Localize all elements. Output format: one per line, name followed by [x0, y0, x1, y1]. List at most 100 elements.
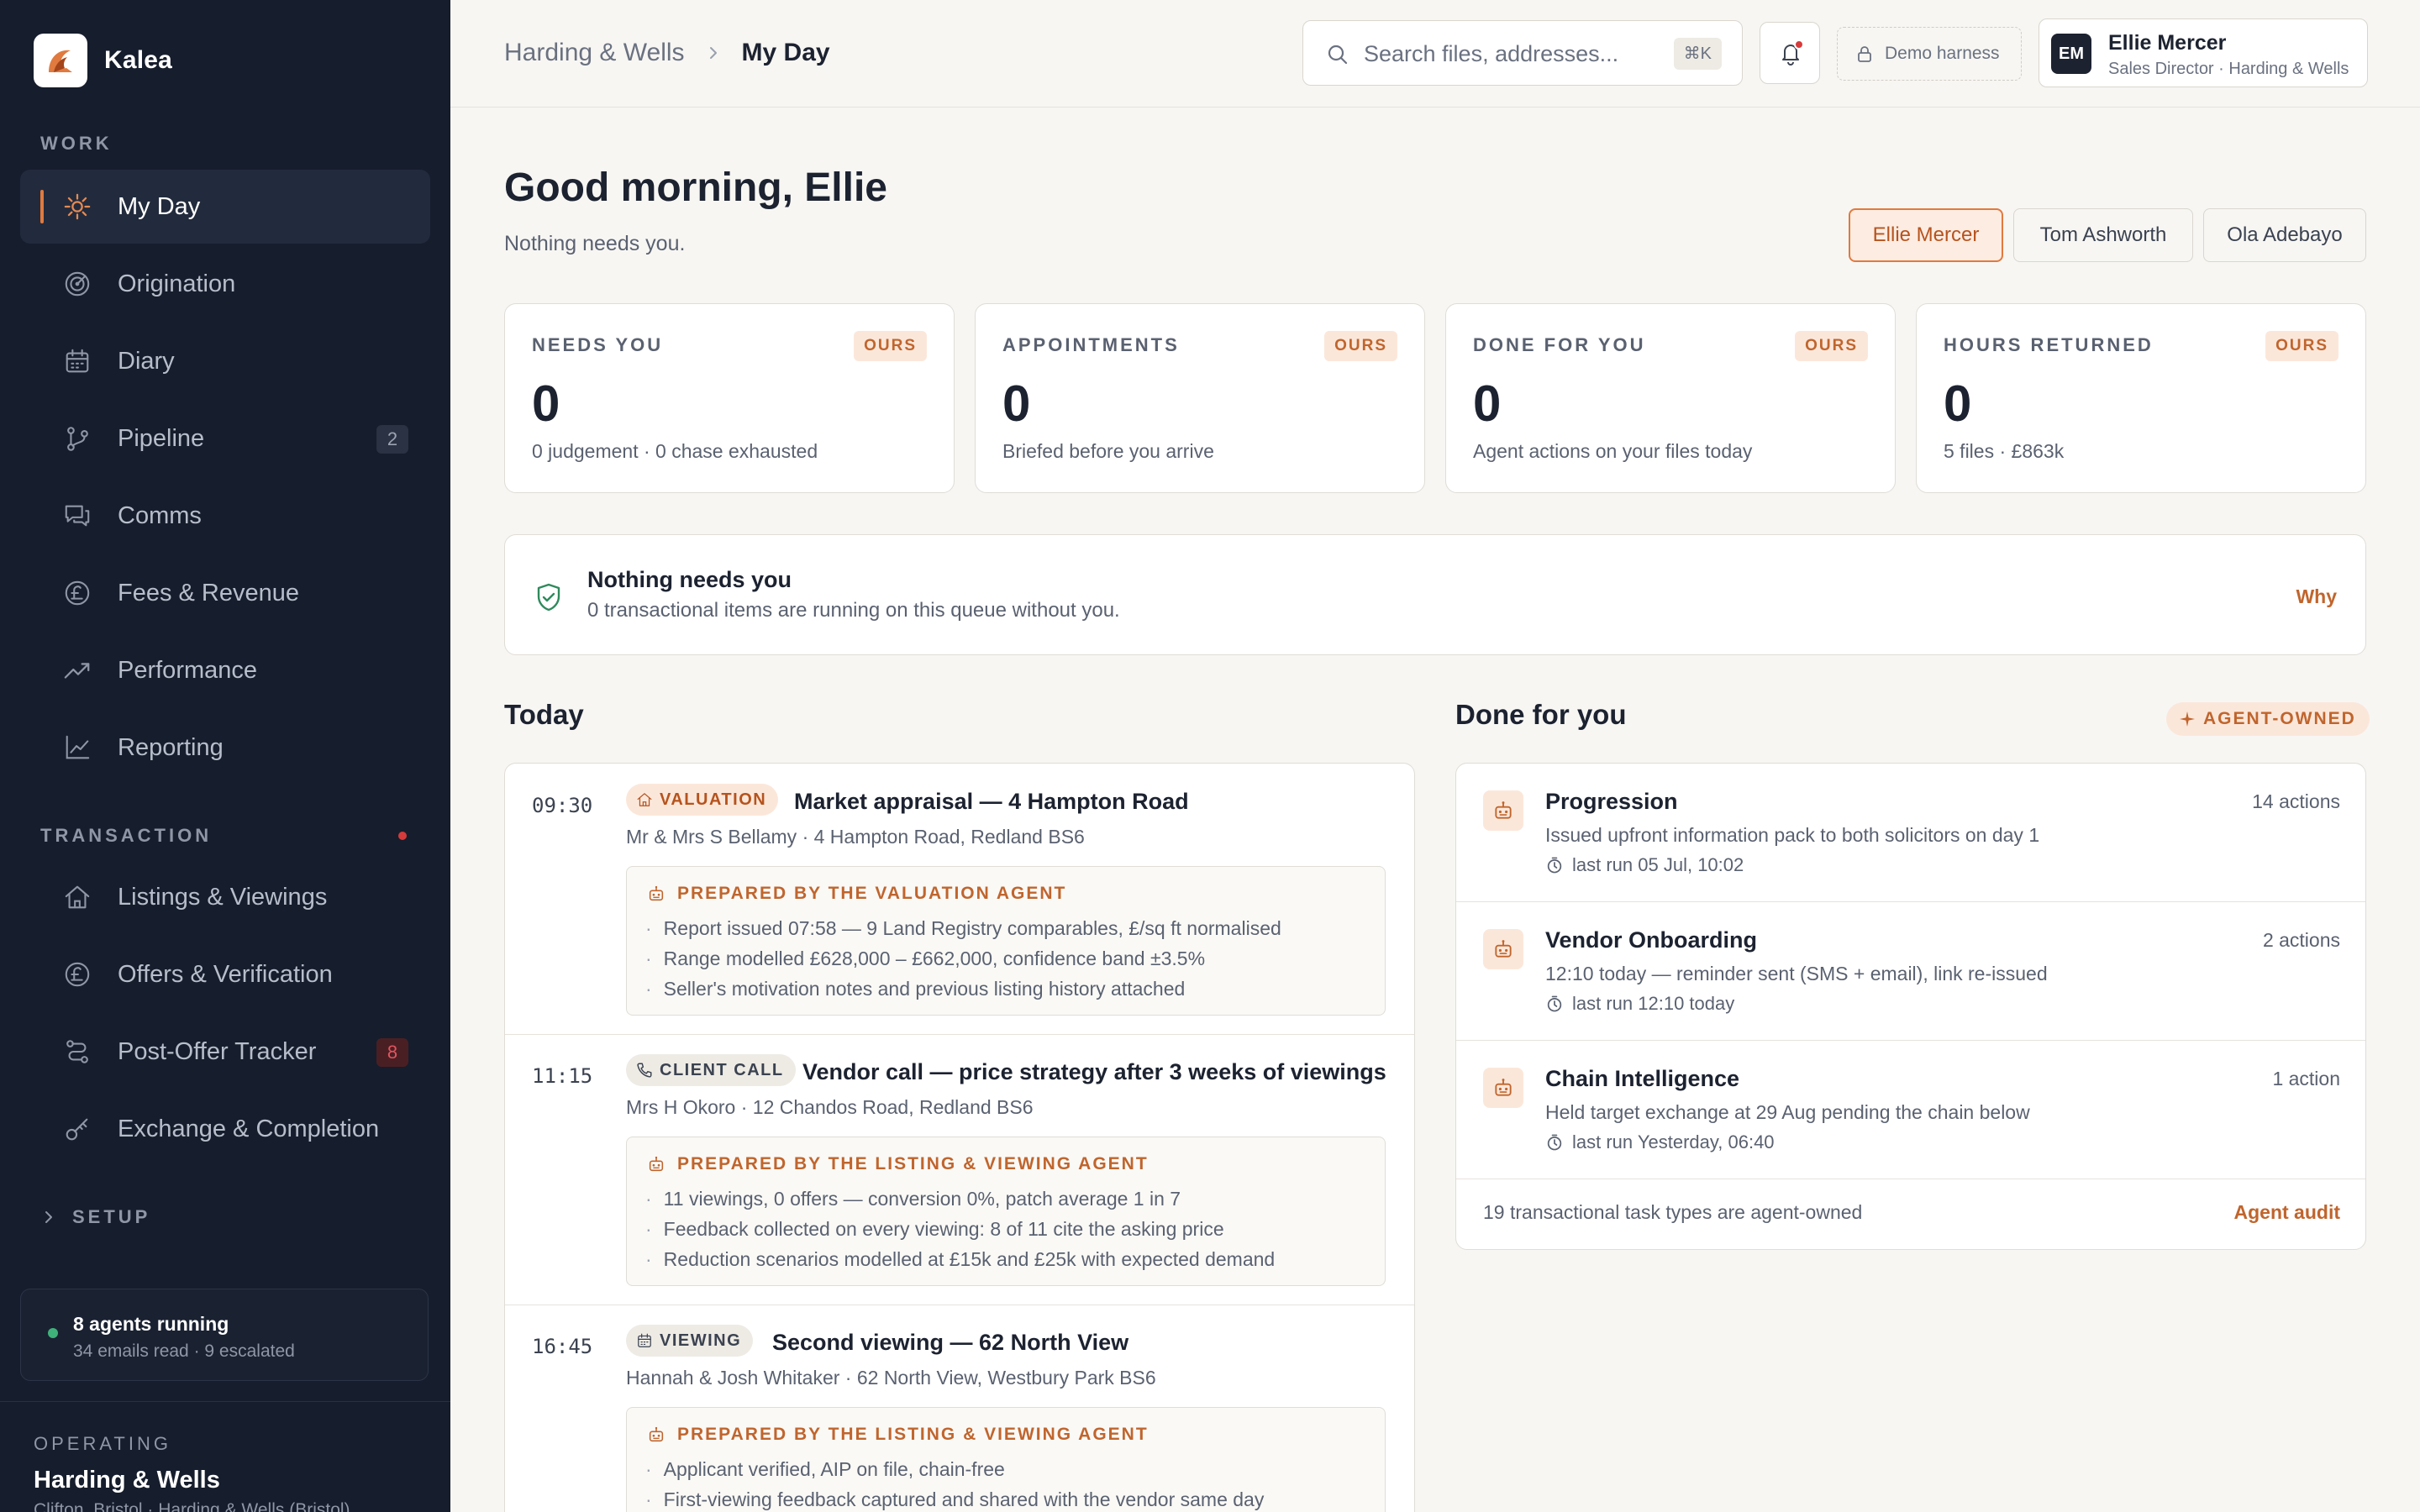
notifications-button[interactable] — [1760, 22, 1820, 84]
sidebar-item-reporting[interactable]: Reporting — [20, 711, 430, 785]
chevron-right-icon — [703, 43, 723, 63]
setup-toggle[interactable]: SETUP — [40, 1206, 150, 1228]
appointment-title[interactable]: Vendor call — price strategy after 3 wee… — [802, 1059, 1386, 1085]
agents-running-title: 8 agents running — [73, 1313, 229, 1335]
breadcrumb-agency[interactable]: Harding & Wells — [504, 39, 685, 67]
done-item-sub: Issued upfront information pack to both … — [1545, 824, 2040, 846]
done-item-vendor-onboarding[interactable]: Vendor Onboarding 2 actions 12:10 today — … — [1456, 902, 2365, 1040]
done-item-count: 2 actions — [2262, 929, 2340, 951]
brand[interactable]: Kalea — [34, 34, 172, 87]
why-link[interactable]: Why — [2296, 585, 2337, 608]
stat-label: APPOINTMENTS — [1002, 334, 1180, 355]
sidebar-item-performance[interactable]: Performance — [20, 633, 430, 707]
sparkle-icon — [2178, 710, 2196, 728]
prep-heading: PREPARED BY THE VALUATION AGENT — [647, 884, 1066, 904]
stat-card-appointments[interactable]: APPOINTMENTS OURS 0 Briefed before you arri… — [975, 303, 1425, 493]
sidebar-item-label: Performance — [118, 656, 258, 684]
lock-icon — [1854, 44, 1875, 64]
stat-sub: 5 files · £863k — [1944, 440, 2065, 462]
agent-audit-link[interactable]: Agent audit — [2234, 1201, 2341, 1224]
sidebar-item-fees-and-revenue[interactable]: Fees & Revenue — [20, 556, 430, 630]
search-input[interactable]: Search files, addresses... ⌘K — [1302, 20, 1743, 86]
sidebar-item-post-offer-tracker[interactable]: Post-Offer Tracker 8 — [20, 1015, 430, 1089]
stat-value: 0 — [1473, 375, 1502, 432]
transaction-section-label: TRANSACTION — [40, 825, 213, 846]
sidebar-item-diary[interactable]: Diary — [20, 324, 430, 398]
robot-icon — [647, 1155, 666, 1173]
home-icon — [636, 791, 653, 808]
breadcrumb-current: My Day — [741, 39, 830, 66]
calendar-icon — [62, 346, 92, 376]
today-heading: Today — [504, 699, 584, 730]
prep-note: · Reduction scenarios modelled at £15k an… — [645, 1248, 1276, 1270]
stat-card-done-for-you[interactable]: DONE FOR YOU OURS 0 Agent actions on your f… — [1445, 303, 1896, 493]
sidebar-item-label: Reporting — [118, 733, 224, 761]
top-header: Harding & Wells My Day Search files, add… — [450, 0, 2420, 108]
sidebar: Kalea WORK My Day Origination Diary Pipelin… — [0, 0, 450, 1512]
stat-card-hours-returned[interactable]: HOURS RETURNED OURS 0 5 files · £863k — [1916, 303, 2366, 493]
sidebar-item-exchange-and-completion[interactable]: Exchange & Completion — [20, 1092, 430, 1166]
timer-icon — [1545, 1133, 1564, 1152]
person-filter-ellie[interactable]: Ellie Mercer — [1849, 208, 2003, 262]
sidebar-divider — [0, 1401, 450, 1402]
operating-name[interactable]: Harding & Wells — [34, 1467, 220, 1494]
sidebar-item-offers-and-verification[interactable]: Offers & Verification — [20, 937, 430, 1011]
appointment-type-tag: VALUATION — [626, 784, 779, 816]
banner-sub: 0 transactional items are running on thi… — [587, 599, 1120, 622]
done-item-title: Chain Intelligence — [1545, 1066, 1740, 1091]
calendar-icon — [636, 1332, 653, 1349]
person-filter-tom[interactable]: Tom Ashworth — [2013, 208, 2193, 262]
sidebar-item-listings-and-viewings[interactable]: Listings & Viewings — [20, 860, 430, 934]
done-item-title: Progression — [1545, 789, 1678, 814]
done-item-chain-intelligence[interactable]: Chain Intelligence 1 action Held target ex… — [1456, 1041, 2365, 1179]
agents-status-card[interactable]: 8 agents running 34 emails read · 9 esca… — [20, 1289, 429, 1381]
route-icon — [62, 1037, 92, 1067]
stat-label: NEEDS YOU — [532, 334, 664, 355]
prep-note: · Applicant verified, AIP on file, chain-… — [645, 1458, 1005, 1480]
agent-prep-box: PREPARED BY THE LISTING & VIEWING AGENT ·… — [626, 1137, 1386, 1286]
stat-value: 0 — [1944, 375, 1972, 432]
sidebar-item-label: My Day — [118, 192, 201, 220]
appointment-title[interactable]: Market appraisal — 4 Hampton Road — [794, 789, 1189, 815]
operating-sub: Clifton, Bristol · Harding & Wells (Bris… — [34, 1500, 350, 1512]
stat-sub: 0 judgement · 0 chase exhausted — [532, 440, 818, 462]
sidebar-item-label: Post-Offer Tracker — [118, 1037, 317, 1065]
sidebar-item-label: Offers & Verification — [118, 960, 333, 988]
shield-check-icon — [532, 580, 566, 614]
timer-icon — [1545, 995, 1564, 1013]
agent-owned-label: AGENT-OWNED — [2203, 709, 2356, 728]
branch-icon — [62, 423, 92, 454]
appointment-time: 11:15 — [532, 1064, 593, 1088]
demo-harness-button[interactable]: Demo harness — [1837, 27, 2022, 81]
stat-card-needs-you[interactable]: NEEDS YOU OURS 0 0 judgement · 0 chase exha… — [504, 303, 955, 493]
agents-status-dot — [48, 1328, 58, 1338]
sidebar-item-pipeline[interactable]: Pipeline 2 — [20, 402, 430, 475]
stat-label: DONE FOR YOU — [1473, 334, 1646, 355]
done-item-last-run: last run Yesterday, 06:40 — [1545, 1131, 1775, 1153]
status-banner: Nothing needs you 0 transactional items … — [504, 534, 2366, 655]
stat-label: HOURS RETURNED — [1944, 334, 2154, 355]
done-item-sub: Held target exchange at 29 Aug pending t… — [1545, 1101, 2030, 1123]
chat-icon — [62, 501, 92, 531]
pound-icon — [62, 959, 92, 990]
appointment-item[interactable]: 16:45 VIEWING Second viewing — 62 North Vi… — [505, 1305, 1414, 1512]
user-menu[interactable]: EM Ellie Mercer Sales Director · Harding… — [2039, 18, 2368, 87]
pound-icon — [62, 578, 92, 608]
appointment-type-tag: CLIENT CALL — [626, 1054, 796, 1086]
appointment-item[interactable]: 09:30 VALUATION Market appraisal — 4 Hampt… — [505, 764, 1414, 1034]
sidebar-item-my-day[interactable]: My Day — [20, 170, 430, 244]
appointment-title[interactable]: Second viewing — 62 North View — [772, 1330, 1128, 1356]
sidebar-item-origination[interactable]: Origination — [20, 247, 430, 321]
person-filter-ola[interactable]: Ola Adebayo — [2203, 208, 2366, 262]
app-root: Kalea WORK My Day Origination Diary Pipelin… — [0, 0, 2420, 1512]
brand-name: Kalea — [104, 46, 173, 74]
appointment-item[interactable]: 11:15 CLIENT CALL Vendor call — price stra… — [505, 1034, 1414, 1305]
done-item-last-run: last run 12:10 today — [1545, 993, 1734, 1015]
search-placeholder: Search files, addresses... — [1364, 41, 1619, 66]
done-item-progression[interactable]: Progression 14 actions Issued upfront info… — [1456, 764, 2365, 901]
sidebar-item-comms[interactable]: Comms — [20, 479, 430, 553]
done-footer: 19 transactional task types are agent-ow… — [1456, 1178, 2365, 1249]
ours-badge: OURS — [854, 331, 927, 361]
setup-label: SETUP — [72, 1206, 151, 1227]
user-name: Ellie Mercer — [2108, 31, 2227, 55]
